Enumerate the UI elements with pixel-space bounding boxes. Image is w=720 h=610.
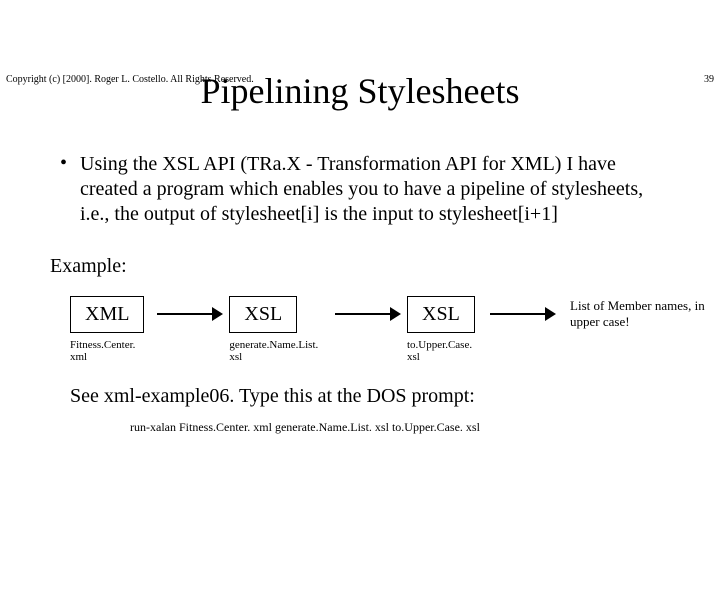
pipeline-diagram: XML Fitness.Center. xml XSL generate.Nam… (70, 296, 720, 363)
example-label: Example: (50, 255, 720, 278)
bullet-item: • Using the XSL API (TRa.X - Transformat… (60, 152, 660, 227)
diagram-node: XSL to.Upper.Case. xsl (407, 296, 484, 363)
node-caption: Fitness.Center. xml (70, 339, 151, 363)
arrow-icon (335, 296, 401, 332)
arrow-icon (157, 296, 223, 332)
arrow-icon (490, 296, 556, 332)
bullet-text: Using the XSL API (TRa.X - Transformatio… (80, 152, 660, 227)
node-caption: generate.Name.List. xsl (229, 339, 328, 363)
slide-header: Copyright (c) [2000]. Roger L. Costello.… (6, 74, 714, 85)
diagram-node: XML Fitness.Center. xml (70, 296, 151, 363)
node-box: XSL (407, 296, 475, 333)
diagram-result: List of Member names, in upper case! (570, 298, 720, 329)
bullet-mark: • (60, 152, 80, 227)
footer-text: See xml-example06. Type this at the DOS … (70, 385, 720, 408)
page-number: 39 (704, 74, 714, 85)
node-box: XSL (229, 296, 297, 333)
node-caption: to.Upper.Case. xsl (407, 339, 484, 363)
node-box: XML (70, 296, 144, 333)
copyright-text: Copyright (c) [2000]. Roger L. Costello.… (6, 74, 254, 85)
command-text: run-xalan Fitness.Center. xml generate.N… (130, 420, 720, 435)
diagram-node: XSL generate.Name.List. xsl (229, 296, 328, 363)
